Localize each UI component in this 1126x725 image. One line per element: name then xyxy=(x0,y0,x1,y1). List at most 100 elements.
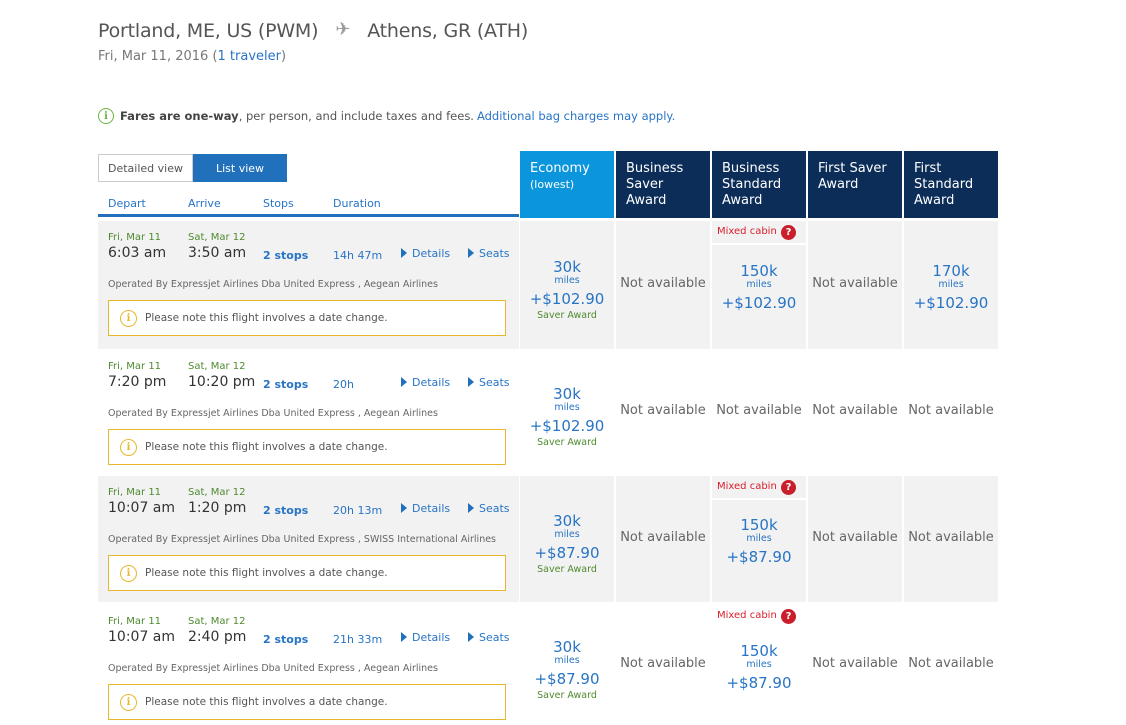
depart-time: 7:20 pm xyxy=(108,374,166,390)
fare-tax: +$102.90 xyxy=(904,291,998,315)
fare-cell[interactable]: Mixed cabin?150kmiles+$87.90 xyxy=(712,605,806,725)
list-view-button[interactable]: List view xyxy=(193,154,287,182)
award-type: Saver Award xyxy=(520,438,614,448)
fare-price: 30kmiles+$102.90Saver Award xyxy=(520,259,614,321)
fare-price: 150kmiles+$87.90 xyxy=(712,517,806,569)
operated-by: Operated By Expressjet Airlines Dba Unit… xyxy=(108,534,496,545)
fare-cell: Not available xyxy=(616,221,710,349)
not-available: Not available xyxy=(616,276,710,291)
help-icon[interactable]: ? xyxy=(781,225,796,240)
details-label: Details xyxy=(412,376,450,389)
seats-link[interactable]: Seats xyxy=(468,247,510,260)
info-icon: i xyxy=(120,439,137,456)
fare-cell[interactable]: Mixed cabin?150kmiles+$102.90 xyxy=(712,221,806,349)
details-link[interactable]: Details xyxy=(401,247,450,260)
depart-date: Fri, Mar 11 xyxy=(108,361,161,372)
fare-miles: 30k xyxy=(520,386,614,402)
destination: Athens, GR (ATH) xyxy=(367,20,528,42)
arrive-time: 2:40 pm xyxy=(188,629,246,645)
not-available: Not available xyxy=(808,530,902,545)
caret-right-icon xyxy=(401,503,407,513)
warning-text: Please note this flight involves a date … xyxy=(145,312,388,324)
stops-link[interactable]: 2 stops xyxy=(263,378,308,391)
date-change-warning: iPlease note this flight involves a date… xyxy=(108,300,506,336)
date-text: Fri, Mar 11, 2016 ( xyxy=(98,49,218,64)
fare-price: 30kmiles+$87.90Saver Award xyxy=(520,513,614,575)
flight-info: Fri, Mar 11Sat, Mar 127:20 pm10:20 pm2 s… xyxy=(98,350,519,474)
cabin-business-standard[interactable]: Business Standard Award xyxy=(712,151,806,218)
fare-cell[interactable]: 30kmiles+$87.90Saver Award xyxy=(520,476,614,602)
caret-right-icon xyxy=(468,377,474,387)
fare-miles: 150k xyxy=(712,263,806,279)
details-link[interactable]: Details xyxy=(401,631,450,644)
fare-cell[interactable]: 30kmiles+$87.90Saver Award xyxy=(520,605,614,725)
miles-unit: miles xyxy=(712,533,806,545)
seats-label: Seats xyxy=(479,631,510,644)
depart-date: Fri, Mar 11 xyxy=(108,616,161,627)
cabin-label: First Standard Award xyxy=(914,161,973,208)
fare-tax: +$102.90 xyxy=(712,291,806,315)
fare-cell[interactable]: 30kmiles+$102.90Saver Award xyxy=(520,221,614,349)
fare-cell: Not available xyxy=(808,605,902,725)
flight-info: Fri, Mar 11Sat, Mar 1210:07 am1:20 pm2 s… xyxy=(98,476,519,602)
view-toggle: Detailed view List view xyxy=(98,154,287,182)
help-icon[interactable]: ? xyxy=(781,480,796,495)
seats-link[interactable]: Seats xyxy=(468,631,510,644)
cabin-business-saver[interactable]: Business Saver Award xyxy=(616,151,710,218)
info-icon: i xyxy=(120,565,137,582)
arrive-date: Sat, Mar 12 xyxy=(188,487,246,498)
seats-link[interactable]: Seats xyxy=(468,376,510,389)
date-change-warning: iPlease note this flight involves a date… xyxy=(108,555,506,591)
cabin-first-saver[interactable]: First Saver Award xyxy=(808,151,902,218)
miles-unit: miles xyxy=(712,659,806,671)
mixed-cabin-label: Mixed cabin? xyxy=(712,221,806,245)
sort-stops[interactable]: Stops xyxy=(263,197,294,210)
sort-duration[interactable]: Duration xyxy=(333,197,381,210)
award-type: Saver Award xyxy=(520,311,614,321)
travelers-link[interactable]: 1 traveler xyxy=(218,49,281,64)
stops-link[interactable]: 2 stops xyxy=(263,633,308,646)
arrive-time: 1:20 pm xyxy=(188,500,246,516)
trip-date: Fri, Mar 11, 2016 (1 traveler) xyxy=(98,49,528,64)
fare-cell[interactable]: 30kmiles+$102.90Saver Award xyxy=(520,350,614,474)
mixed-cabin-label: Mixed cabin? xyxy=(712,476,806,500)
flight-row: Fri, Mar 11Sat, Mar 1210:07 am1:20 pm2 s… xyxy=(98,476,999,602)
fare-cell[interactable]: 170kmiles+$102.90 xyxy=(904,221,998,349)
detailed-view-button[interactable]: Detailed view xyxy=(98,154,193,182)
seats-link[interactable]: Seats xyxy=(468,502,510,515)
not-available: Not available xyxy=(712,403,806,418)
caret-right-icon xyxy=(401,248,407,258)
miles-unit: miles xyxy=(520,275,614,287)
stops-link[interactable]: 2 stops xyxy=(263,504,308,517)
cabin-label: First Saver Award xyxy=(818,161,887,192)
bag-charges-link[interactable]: Additional bag charges may apply. xyxy=(477,109,675,123)
trip-header: Portland, ME, US (PWM) ✈ Athens, GR (ATH… xyxy=(98,20,528,64)
details-link[interactable]: Details xyxy=(401,376,450,389)
help-icon[interactable]: ? xyxy=(781,609,796,624)
award-type: Saver Award xyxy=(520,691,614,701)
fare-miles: 150k xyxy=(712,517,806,533)
seats-label: Seats xyxy=(479,247,510,260)
date-close: ) xyxy=(281,49,286,64)
not-available: Not available xyxy=(616,403,710,418)
fare-cell: Not available xyxy=(904,605,998,725)
cabin-economy[interactable]: Economy(lowest) xyxy=(520,151,614,218)
mixed-cabin-text: Mixed cabin xyxy=(717,610,777,621)
sort-arrive[interactable]: Arrive xyxy=(188,197,221,210)
award-type: Saver Award xyxy=(520,565,614,575)
seats-label: Seats xyxy=(479,376,510,389)
route-title: Portland, ME, US (PWM) ✈ Athens, GR (ATH… xyxy=(98,20,528,42)
fare-price: 30kmiles+$102.90Saver Award xyxy=(520,386,614,448)
flight-info: Fri, Mar 11Sat, Mar 126:03 am3:50 am2 st… xyxy=(98,221,519,349)
warning-text: Please note this flight involves a date … xyxy=(145,696,388,708)
sort-depart[interactable]: Depart xyxy=(108,197,146,210)
duration: 20h xyxy=(333,378,354,391)
fare-cell[interactable]: Mixed cabin? 150kmiles+$87.90 xyxy=(712,476,806,602)
stops-link[interactable]: 2 stops xyxy=(263,249,308,262)
fare-tax: +$87.90 xyxy=(520,541,614,565)
details-link[interactable]: Details xyxy=(401,502,450,515)
cabin-label: Business Standard Award xyxy=(722,161,781,208)
cabin-first-standard[interactable]: First Standard Award xyxy=(904,151,998,218)
arrive-time: 10:20 pm xyxy=(188,374,255,390)
plane-icon: ✈ xyxy=(335,19,350,40)
